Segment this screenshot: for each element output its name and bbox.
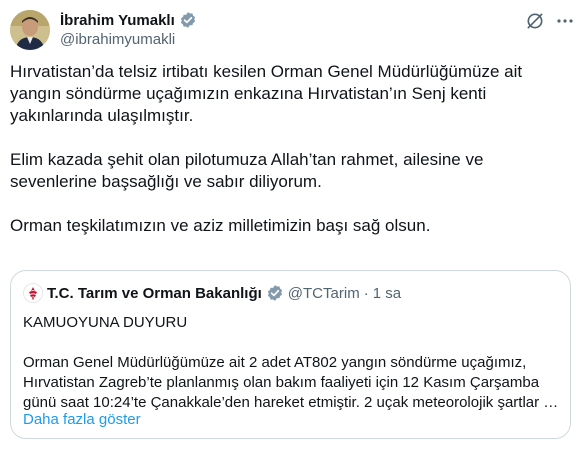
quoted-author-handle[interactable]: @TCTarim: [288, 285, 360, 302]
quoted-tweet-header: T.C. Tarım ve Orman Bakanlığı @TCTarim ·…: [23, 283, 401, 303]
author-name[interactable]: İbrahim Yumaklı: [60, 12, 175, 29]
quoted-heading: KAMUOYUNA DUYURU: [23, 314, 188, 331]
verified-badge-icon: [266, 284, 284, 302]
author-handle[interactable]: @ibrahimyumakli: [60, 31, 175, 48]
tweet-text: Hırvatistan’da telsiz irtibatı kesilen O…: [10, 61, 570, 237]
tweet-paragraph: Orman teşkilatımızın ve aziz milletimizi…: [10, 216, 431, 235]
tweet-paragraph: Elim kazada şehit olan pilotumuza Allah’…: [10, 150, 484, 191]
ministry-logo-icon[interactable]: [23, 283, 43, 303]
more-options-icon[interactable]: [553, 9, 577, 33]
quoted-timestamp[interactable]: 1 sa: [373, 285, 401, 302]
author-name-row: İbrahim Yumaklı: [60, 10, 197, 30]
quoted-paragraph: Orman Genel Müdürlüğümüze ait 2 adet AT8…: [23, 354, 559, 411]
quoted-tweet-card[interactable]: T.C. Tarım ve Orman Bakanlığı @TCTarim ·…: [10, 270, 571, 439]
grok-icon[interactable]: [525, 11, 545, 31]
avatar[interactable]: [10, 10, 50, 50]
tweet: İbrahim Yumaklı @ibrahimyumakli Hırvatis…: [0, 0, 584, 457]
quoted-author-name[interactable]: T.C. Tarım ve Orman Bakanlığı: [47, 285, 262, 302]
tweet-paragraph: Hırvatistan’da telsiz irtibatı kesilen O…: [10, 62, 523, 125]
verified-badge-icon: [179, 11, 197, 29]
quoted-tweet-text: KAMUOYUNA DUYURU Orman Genel Müdürlüğümü…: [23, 313, 559, 413]
separator-dot: ·: [363, 284, 369, 302]
show-more-link[interactable]: Daha fazla göster: [23, 411, 141, 428]
